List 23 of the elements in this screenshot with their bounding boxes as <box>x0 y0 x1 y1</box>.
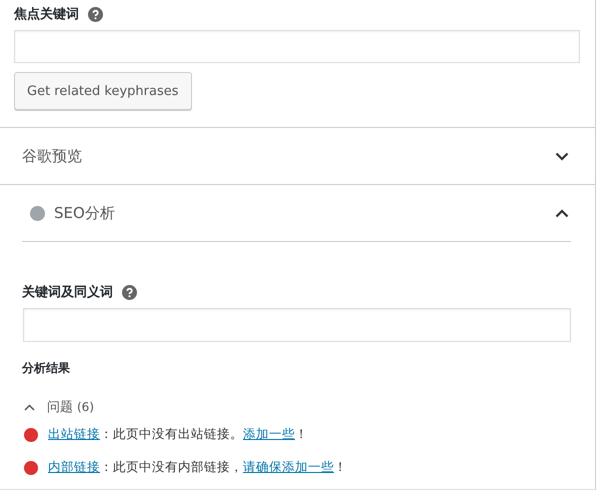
issue-text: ：此页中没有内部链接， <box>100 459 243 476</box>
problem-count: (6) <box>77 400 94 414</box>
issue-text: ：此页中没有出站链接。 <box>100 426 243 443</box>
keyphrase-input[interactable] <box>14 30 580 63</box>
chevron-up-icon[interactable] <box>555 208 569 218</box>
results-heading: 分析结果 <box>22 360 71 377</box>
field-label: 关键词及同义词 <box>22 284 113 301</box>
section-title[interactable]: SEO分析 <box>54 204 555 222</box>
action-link[interactable]: 请确保添加一些 <box>243 459 334 476</box>
related-keyphrases-button[interactable]: Get related keyphrases <box>14 72 192 110</box>
help-icon[interactable] <box>88 6 103 22</box>
issue-link[interactable]: 内部链接 <box>48 459 100 476</box>
problems-toggle[interactable]: 问题 <box>47 398 73 416</box>
chevron-down-icon[interactable] <box>555 152 569 160</box>
help-icon[interactable] <box>122 284 137 300</box>
caret-up-icon[interactable] <box>24 404 35 410</box>
synonyms-input[interactable] <box>23 308 571 342</box>
section-title[interactable]: 谷歌预览 <box>22 146 555 166</box>
issue-link[interactable]: 出站链接 <box>48 426 100 443</box>
issue-text: ！ <box>334 459 347 476</box>
issue-text: ！ <box>295 426 308 443</box>
field-label: 焦点关键词 <box>14 6 79 23</box>
action-link[interactable]: 添加一些 <box>243 426 295 443</box>
